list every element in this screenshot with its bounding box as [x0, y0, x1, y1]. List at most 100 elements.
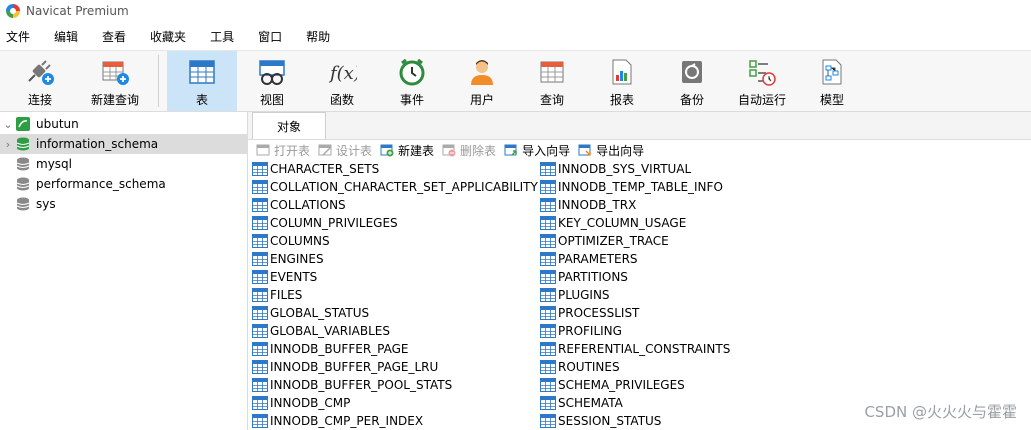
- open-table-button[interactable]: 打开表: [256, 142, 310, 159]
- import-wizard-button[interactable]: 导入向导: [504, 142, 570, 159]
- table-list-item[interactable]: ENGINES: [252, 250, 540, 268]
- report-icon: [607, 57, 637, 87]
- table-icon: [540, 288, 556, 302]
- table-icon: [540, 162, 556, 176]
- table-list-item[interactable]: INNODB_CMP_PER_INDEX: [252, 412, 540, 430]
- table-list-item[interactable]: INNODB_SYS_VIRTUAL: [540, 160, 828, 178]
- table-icon: [540, 180, 556, 194]
- chevron-right-icon[interactable]: ›: [0, 138, 16, 151]
- delete-table-button[interactable]: 删除表: [442, 142, 496, 159]
- table-list-item[interactable]: EVENTS: [252, 268, 540, 286]
- menu-edit[interactable]: 编辑: [54, 28, 78, 45]
- menu-bar: 文件 编辑 查看 收藏夹 工具 窗口 帮助: [0, 22, 1031, 50]
- table-list-item[interactable]: PARTITIONS: [540, 268, 828, 286]
- chevron-down-icon[interactable]: ⌄: [0, 118, 16, 131]
- table-list-item[interactable]: FILES: [252, 286, 540, 304]
- table-list-item[interactable]: SCHEMA_PRIVILEGES: [540, 376, 828, 394]
- query-label: 查询: [539, 93, 564, 107]
- function-button[interactable]: f(x) 函数: [307, 51, 377, 111]
- menu-tools[interactable]: 工具: [210, 28, 234, 45]
- new-table-label: 新建表: [398, 143, 435, 158]
- table-list-item[interactable]: SCHEMATA: [540, 394, 828, 412]
- tree-db-performance-schema[interactable]: performance_schema: [0, 174, 247, 194]
- table-list-item[interactable]: PLUGINS: [540, 286, 828, 304]
- function-label: 函数: [329, 93, 354, 107]
- query-button[interactable]: 查询: [517, 51, 587, 111]
- object-column-2: INNODB_SYS_VIRTUAL INNODB_TEMP_TABLE_INFO…: [540, 160, 828, 430]
- table-list-item[interactable]: GLOBAL_STATUS: [252, 304, 540, 322]
- table-list-item[interactable]: PROFILING: [540, 322, 828, 340]
- table-list-item[interactable]: INNODB_TRX: [540, 196, 828, 214]
- connection-tree: ⌄ ubutun › information_schema mysql perf…: [0, 112, 248, 430]
- table-icon: [252, 216, 268, 230]
- table-list-item[interactable]: INNODB_BUFFER_PAGE_LRU: [252, 358, 540, 376]
- object-list: CHARACTER_SETS COLLATION_CHARACTER_SET_AP…: [248, 160, 1031, 430]
- table-name: SESSION_STATUS: [558, 414, 662, 428]
- report-button[interactable]: 报表: [587, 51, 657, 111]
- open-table-icon: [256, 144, 270, 156]
- menu-view[interactable]: 查看: [102, 28, 126, 45]
- table-icon: [252, 342, 268, 356]
- export-icon: [578, 144, 591, 156]
- table-label: 表: [195, 93, 208, 107]
- toolbar-divider: [158, 55, 159, 107]
- object-column-1: CHARACTER_SETS COLLATION_CHARACTER_SET_AP…: [252, 160, 540, 430]
- backup-button[interactable]: 备份: [657, 51, 727, 111]
- table-icon: [252, 198, 268, 212]
- design-table-button[interactable]: 设计表: [318, 142, 372, 159]
- table-list-item[interactable]: KEY_COLUMN_USAGE: [540, 214, 828, 232]
- backup-label: 备份: [679, 93, 704, 107]
- event-button[interactable]: 事件: [377, 51, 447, 111]
- table-list-item[interactable]: INNODB_BUFFER_POOL_STATS: [252, 376, 540, 394]
- table-list-item[interactable]: INNODB_CMP: [252, 394, 540, 412]
- tree-db-information-schema[interactable]: › information_schema: [0, 134, 247, 154]
- connect-button[interactable]: 连接: [0, 51, 80, 111]
- tree-db-sys[interactable]: sys: [0, 194, 247, 214]
- table-list-item[interactable]: GLOBAL_VARIABLES: [252, 322, 540, 340]
- table-list-item[interactable]: COLUMNS: [252, 232, 540, 250]
- table-button[interactable]: 表: [167, 51, 237, 111]
- user-icon: [467, 57, 497, 87]
- delete-table-icon: [442, 144, 456, 157]
- automation-button[interactable]: 自动运行: [727, 51, 797, 111]
- tree-db-label: information_schema: [36, 137, 159, 151]
- table-list-item[interactable]: OPTIMIZER_TRACE: [540, 232, 828, 250]
- database-icon: [16, 157, 30, 171]
- menu-window[interactable]: 窗口: [258, 28, 282, 45]
- export-wizard-button[interactable]: 导出向导: [578, 142, 644, 159]
- tree-db-label: sys: [36, 197, 56, 211]
- table-icon: [540, 342, 556, 356]
- window-title: Navicat Premium: [26, 4, 129, 18]
- menu-file[interactable]: 文件: [6, 28, 30, 45]
- tree-db-mysql[interactable]: mysql: [0, 154, 247, 174]
- table-list-item[interactable]: REFERENTIAL_CONSTRAINTS: [540, 340, 828, 358]
- table-list-item[interactable]: ROUTINES: [540, 358, 828, 376]
- menu-favorites[interactable]: 收藏夹: [150, 28, 186, 45]
- table-icon: [252, 306, 268, 320]
- view-button[interactable]: 视图: [237, 51, 307, 111]
- table-list-item[interactable]: INNODB_TEMP_TABLE_INFO: [540, 178, 828, 196]
- tab-objects[interactable]: 对象: [252, 112, 327, 139]
- tree-connection-ubutun[interactable]: ⌄ ubutun: [0, 114, 247, 134]
- table-list-item[interactable]: SESSION_STATUS: [540, 412, 828, 430]
- table-list-item[interactable]: COLLATION_CHARACTER_SET_APPLICABILITY: [252, 178, 540, 196]
- table-name: SCHEMATA: [558, 396, 623, 410]
- model-button[interactable]: 模型: [797, 51, 867, 111]
- table-name: OPTIMIZER_TRACE: [558, 234, 669, 248]
- table-name: INNODB_BUFFER_PAGE_LRU: [270, 360, 439, 374]
- table-list-item[interactable]: COLUMN_PRIVILEGES: [252, 214, 540, 232]
- table-list-item[interactable]: CHARACTER_SETS: [252, 160, 540, 178]
- table-list-item[interactable]: INNODB_BUFFER_PAGE: [252, 340, 540, 358]
- new-query-button[interactable]: 新建查询: [80, 51, 150, 111]
- automation-label: 自动运行: [737, 93, 786, 107]
- table-list-item[interactable]: PROCESSLIST: [540, 304, 828, 322]
- new-table-button[interactable]: 新建表: [380, 142, 434, 159]
- user-button[interactable]: 用户: [447, 51, 517, 111]
- menu-help[interactable]: 帮助: [306, 28, 330, 45]
- table-icon: [540, 270, 556, 284]
- table-list-item[interactable]: COLLATIONS: [252, 196, 540, 214]
- navicat-logo-icon: [6, 4, 20, 18]
- database-icon: [16, 137, 30, 151]
- table-list-item[interactable]: PARAMETERS: [540, 250, 828, 268]
- table-icon: [540, 360, 556, 374]
